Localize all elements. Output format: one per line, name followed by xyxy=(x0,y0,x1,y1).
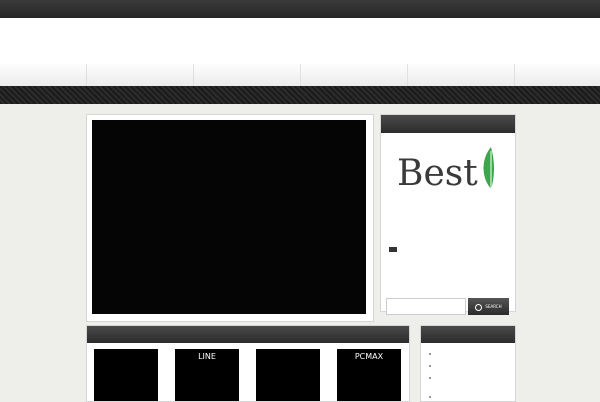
bullet-icon xyxy=(429,376,431,379)
search-button[interactable]: SEARCH xyxy=(468,298,509,315)
slider-thumb[interactable] xyxy=(100,286,136,312)
logo-wordmark: Best xyxy=(397,153,478,194)
new-posts-widget: LINE PCMAX xyxy=(86,325,410,402)
widget-header xyxy=(87,326,409,343)
category-widget xyxy=(420,325,516,402)
slider-thumbnails xyxy=(100,286,362,312)
sidebar-feature-widget: Best xyxy=(380,114,516,312)
widget-header xyxy=(421,326,515,343)
leaf-icon xyxy=(483,147,494,189)
search-icon xyxy=(475,303,483,311)
category-link[interactable] xyxy=(429,351,513,357)
nav-item-guide[interactable] xyxy=(86,64,193,86)
decorative-band xyxy=(0,86,600,104)
main-nav xyxy=(0,64,600,87)
featured-slide[interactable] xyxy=(92,120,366,314)
bullet-icon xyxy=(429,364,431,367)
widget-header xyxy=(381,115,515,133)
post-card[interactable]: PCMAX xyxy=(337,349,401,401)
post-card[interactable] xyxy=(94,349,158,401)
nav-item-ranking[interactable] xyxy=(193,64,300,86)
category-link[interactable] xyxy=(429,363,513,369)
slider-thumb[interactable] xyxy=(232,286,268,312)
arrow-icon xyxy=(389,247,397,252)
slider-thumb[interactable] xyxy=(188,286,224,312)
site-header xyxy=(0,18,600,65)
slider-thumb[interactable] xyxy=(144,286,180,312)
nav-item-about[interactable] xyxy=(300,64,407,86)
read-more-link[interactable] xyxy=(389,247,400,253)
category-link[interactable] xyxy=(429,394,513,400)
top-bar xyxy=(0,0,600,18)
bullet-icon xyxy=(429,395,431,398)
best-logo[interactable]: Best xyxy=(395,145,501,195)
slider-thumb[interactable] xyxy=(320,286,356,312)
post-card[interactable] xyxy=(256,349,320,401)
bullet-icon xyxy=(429,352,431,355)
search-input[interactable] xyxy=(386,298,466,315)
feature-post-excerpt xyxy=(389,234,509,244)
category-link[interactable] xyxy=(429,375,513,381)
nav-item-contact[interactable] xyxy=(407,64,515,86)
post-card[interactable]: LINE xyxy=(175,349,239,401)
slider-thumb[interactable] xyxy=(276,286,312,312)
featured-slider xyxy=(86,114,374,322)
